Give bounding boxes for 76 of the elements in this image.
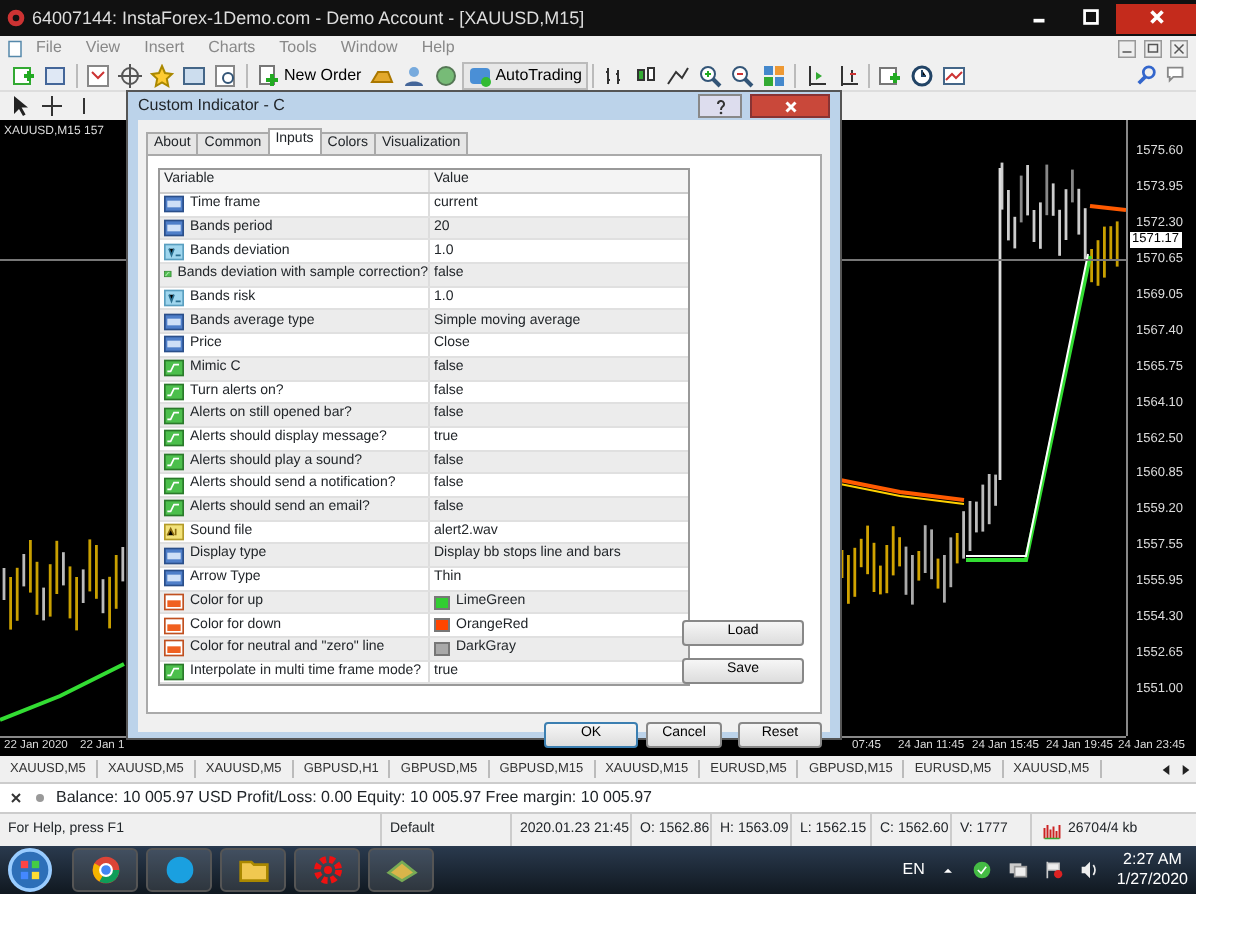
robot-icon — [467, 63, 492, 87]
boolean-type-icon — [164, 358, 184, 379]
integer-type-icon — [164, 334, 184, 355]
color-type-icon — [164, 615, 184, 636]
auto-trading-button[interactable]: AutoTrading — [461, 61, 588, 89]
double-type-icon — [164, 241, 184, 262]
clock-icon[interactable] — [909, 63, 934, 87]
tile-windows-icon[interactable] — [761, 63, 786, 87]
chat-icon[interactable] — [1166, 64, 1188, 86]
zoom-in-icon[interactable] — [697, 63, 722, 87]
maximize-icon — [1079, 6, 1101, 29]
boolean-type-icon — [164, 662, 184, 683]
color-type-icon — [164, 592, 184, 613]
globe-icon[interactable] — [433, 63, 458, 87]
crosshair-icon[interactable] — [118, 63, 142, 87]
integer-type-icon — [164, 545, 184, 566]
integer-type-icon — [164, 218, 184, 239]
clock-time[interactable]: 2:27 AM — [1123, 850, 1182, 870]
boolean-type-icon — [164, 405, 184, 426]
boolean-type-icon — [164, 498, 184, 519]
boolean-type-icon — [164, 381, 184, 402]
chat-app-icon[interactable] — [163, 854, 195, 886]
window-icon[interactable] — [182, 63, 206, 87]
integer-type-icon — [164, 311, 184, 332]
language-indicator[interactable]: EN — [902, 860, 925, 880]
crosshair-icon[interactable] — [40, 94, 64, 118]
browser-icon[interactable] — [89, 854, 121, 886]
double-type-icon — [164, 288, 184, 309]
string-type-icon — [164, 521, 184, 542]
profiles-icon[interactable] — [44, 63, 68, 87]
close-button[interactable] — [750, 94, 830, 118]
account-summary: Balance: 10 005.97 USD Profit/Loss: 0.00 Equity: 10 005.97 Free margin: 10 005.97 — [56, 788, 652, 808]
question-mark-icon — [711, 98, 729, 117]
line-chart-icon[interactable] — [665, 63, 690, 87]
tester-icon[interactable] — [214, 63, 238, 87]
person-icon[interactable] — [401, 63, 426, 87]
candles-icon[interactable] — [633, 63, 658, 87]
document-icon — [6, 39, 24, 57]
close-icon[interactable] — [1170, 39, 1188, 57]
new-order-button[interactable]: New Order — [252, 61, 366, 89]
color-type-icon — [164, 638, 184, 659]
clock-date[interactable]: 1/27/2020 — [1116, 870, 1188, 890]
close-icon — [1145, 6, 1167, 29]
volume-icon[interactable] — [1080, 860, 1101, 880]
integer-type-icon — [164, 194, 184, 215]
shield-icon[interactable] — [972, 860, 993, 880]
templates-icon[interactable] — [941, 63, 966, 87]
autoscroll-icon[interactable] — [835, 63, 860, 87]
start-button-icon[interactable] — [8, 848, 52, 892]
close-button[interactable] — [1116, 3, 1196, 33]
plus-document-icon — [256, 63, 280, 87]
network-icon[interactable] — [1008, 860, 1029, 880]
bar-chart-icon[interactable] — [601, 63, 626, 87]
dot-icon — [32, 790, 48, 806]
app-logo-icon — [6, 8, 26, 28]
boolean-type-icon — [164, 428, 184, 449]
boolean-type-icon — [164, 451, 184, 472]
window-title: 64007144: InstaForex-1Demo.com - Demo Account - [XAUUSD,M15] — [32, 7, 585, 29]
star-icon[interactable] — [150, 63, 174, 87]
close-icon — [781, 98, 799, 117]
boolean-type-icon — [164, 475, 184, 496]
connection-bars-icon — [1040, 821, 1064, 839]
dialog-title: Custom Indicator - C — [138, 96, 285, 116]
restore-icon[interactable] — [1144, 39, 1162, 57]
zoom-out-icon[interactable] — [729, 63, 754, 87]
minimize-icon[interactable] — [1118, 39, 1136, 57]
flag-icon[interactable] — [1044, 860, 1065, 880]
close-icon[interactable] — [8, 790, 24, 806]
market-watch-icon[interactable] — [86, 63, 110, 87]
cursor-icon[interactable] — [8, 94, 32, 118]
search-icon[interactable] — [1136, 64, 1158, 86]
gear-icon[interactable] — [311, 854, 343, 886]
help-button[interactable] — [698, 94, 742, 118]
integer-type-icon — [164, 568, 184, 589]
chart-shift-icon[interactable] — [803, 63, 828, 87]
indicators-icon[interactable] — [877, 63, 902, 87]
